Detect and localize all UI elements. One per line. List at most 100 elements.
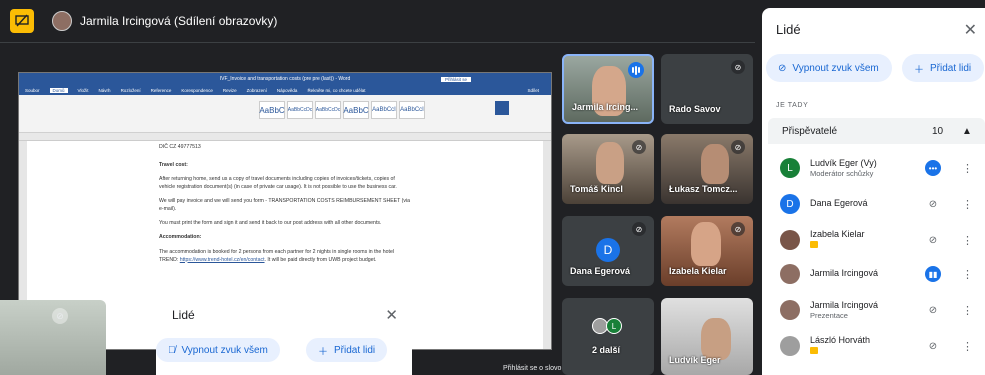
presenter-avatar [52, 11, 72, 31]
people-panel: Lidé ✕ ⊘ Vypnout zvuk všem ＋ Přidat lidi… [762, 8, 985, 375]
more-status-icon: ••• [925, 160, 941, 176]
style-sample: AaBbCcDc [315, 101, 341, 119]
panel-title: Lidé [776, 22, 801, 37]
add-person-icon: ＋ [914, 64, 924, 76]
participant-role: Moderátor schůzky [810, 168, 874, 178]
tile-name: Rado Savov [669, 104, 721, 114]
avatar [780, 264, 800, 284]
doc-acc-heading: Accommodation: [159, 234, 202, 241]
mute-all-button[interactable]: 🎙̸ Vypnout zvuk všem [156, 338, 280, 362]
divider [0, 42, 755, 43]
mic-off-icon: 🎙̸ [168, 344, 176, 356]
mic-off-icon: ⊘ [52, 308, 68, 324]
speaking-icon [628, 62, 644, 78]
participant-name: Jarmila Ircingová [810, 299, 879, 310]
participant-face [596, 142, 624, 184]
participant-face [701, 318, 731, 360]
more-options-icon[interactable]: ⋮ [962, 198, 973, 211]
doc-paragraph: The accommodation is booked for 2 person… [159, 248, 395, 263]
participant-row: Jarmila Ircingová ▮▮ ⋮ [780, 258, 985, 290]
mic-off-icon: ⊘ [928, 198, 938, 210]
participant-row: Jarmila Ircingová Prezentace ⊘ ⋮ [780, 294, 985, 326]
style-sample: AaBbC [343, 101, 369, 119]
tile-name: Dana Egerová [570, 266, 631, 276]
word-title-bar: IVF_Invoice and transportation costs (pr… [19, 73, 551, 85]
more-options-icon[interactable]: ⋮ [962, 268, 973, 281]
more-options-icon[interactable]: ⋮ [962, 340, 973, 353]
word-tab: Řekněte mi, co chcete udělat [307, 87, 366, 93]
add-people-button[interactable]: ＋ Přidat lidi [902, 54, 984, 82]
video-tile[interactable]: Ludvík Eger [661, 298, 753, 375]
video-tile[interactable]: ⊘ D Dana Egerová [562, 216, 654, 286]
video-tile[interactable]: ⊘ Łukasz Tomcz... [661, 134, 753, 204]
add-people-label: Přidat lidi [334, 344, 376, 356]
speaking-icon: ▮▮ [925, 266, 941, 282]
tile-name: Izabela Kielar [669, 266, 727, 276]
mic-off-icon: ⊘ [632, 140, 646, 154]
word-tab: Návrh [98, 87, 111, 93]
participant-name: Dana Egerová [810, 198, 868, 209]
style-sample: AaBbC [259, 101, 285, 119]
doc-paragraph: After returning home, send us a copy of … [159, 176, 397, 191]
close-icon[interactable]: ✕ [385, 306, 398, 324]
participant-face [701, 144, 729, 184]
panel-title: Lidé [172, 308, 195, 322]
word-tab: Soubor [25, 87, 40, 93]
avatar [780, 300, 800, 320]
close-icon[interactable]: ✕ [964, 20, 977, 40]
word-tab: Zobrazení [246, 87, 267, 93]
avatar: L [606, 318, 622, 334]
doc-paragraph: You must print the form and sign it and … [159, 220, 382, 227]
mute-all-label: Vypnout zvuk všem [181, 344, 268, 356]
word-share: Sdílet [527, 87, 539, 93]
video-tile[interactable]: ⊘ Izabela Kielar [661, 216, 753, 286]
add-people-button[interactable]: ＋ Přidat lidi [306, 338, 388, 362]
category-label: Přispěvatelé [782, 125, 838, 137]
video-tile[interactable]: Jarmila Ircing... [562, 54, 654, 124]
style-sample: AaBbCcI [399, 101, 425, 119]
word-ruler [19, 133, 551, 141]
video-tile[interactable]: ⊘ Rado Savov [661, 54, 753, 124]
word-tab: Vložit [77, 87, 89, 93]
contributors-header[interactable]: Přispěvatelé 10 ▲ [768, 118, 985, 144]
mic-off-icon: ⊘ [928, 234, 938, 246]
style-sample: AaBbCcDc [287, 101, 313, 119]
more-options-icon[interactable]: ⋮ [962, 162, 973, 175]
hotel-link: https://www.trend-hotel.cz/en/contact [179, 256, 265, 263]
participant-count: 10 [932, 125, 944, 137]
participant-name: Jarmila Ircingová [810, 268, 879, 279]
section-label: JE TADY [776, 102, 809, 109]
word-tab: Revize [222, 87, 237, 93]
video-tile[interactable]: L 2 další [562, 298, 654, 375]
avatar: L [780, 158, 800, 178]
participant-row: L Ludvík Eger (Vy) Moderátor schůzky ••• … [780, 152, 985, 184]
mute-all-button[interactable]: ⊘ Vypnout zvuk všem [766, 54, 892, 82]
mic-off-icon: ⊘ [928, 340, 938, 352]
presenting-icon [810, 241, 818, 248]
word-ribbon: AaBbC AaBbCcDc AaBbCcDc AaBbC AaBbCcI Aa… [19, 95, 551, 133]
video-tile[interactable]: ⊘ Tomáš Kincl [562, 134, 654, 204]
participant-row: D Dana Egerová ⊘ ⋮ [780, 188, 985, 220]
participant-name: László Horváth [810, 334, 871, 345]
tile-name: 2 další [592, 345, 621, 355]
word-tab: Rozložení [120, 87, 141, 93]
word-ribbon-tabs: Soubor Domů Vložit Návrh Rozložení Refer… [19, 85, 551, 95]
word-tab: Nápověda [276, 87, 298, 93]
mic-off-icon: ⊘ [731, 222, 745, 236]
more-options-icon[interactable]: ⋮ [962, 304, 973, 317]
volume-off-icon: ⊘ [928, 304, 938, 316]
participant-name: Izabela Kielar [810, 228, 865, 239]
participant-face [691, 222, 721, 266]
presentation-icon[interactable] [10, 9, 34, 33]
participant-row: László Horváth ⊘ ⋮ [780, 330, 985, 362]
tile-name: Łukasz Tomcz... [669, 184, 738, 194]
doc-travel-heading: Travel cost: [159, 162, 188, 169]
more-options-icon[interactable]: ⋮ [962, 234, 973, 247]
mic-off-icon: ⊘ [731, 60, 745, 74]
mic-off-icon: ⊘ [632, 222, 646, 236]
participant-role: Prezentace [810, 310, 848, 320]
word-tab: Korespondence [181, 87, 213, 93]
presenting-icon [810, 347, 818, 354]
mic-off-icon: ⊘ [778, 62, 787, 74]
presenter-label: Jarmila Ircingová (Sdílení obrazovky) [52, 10, 277, 32]
